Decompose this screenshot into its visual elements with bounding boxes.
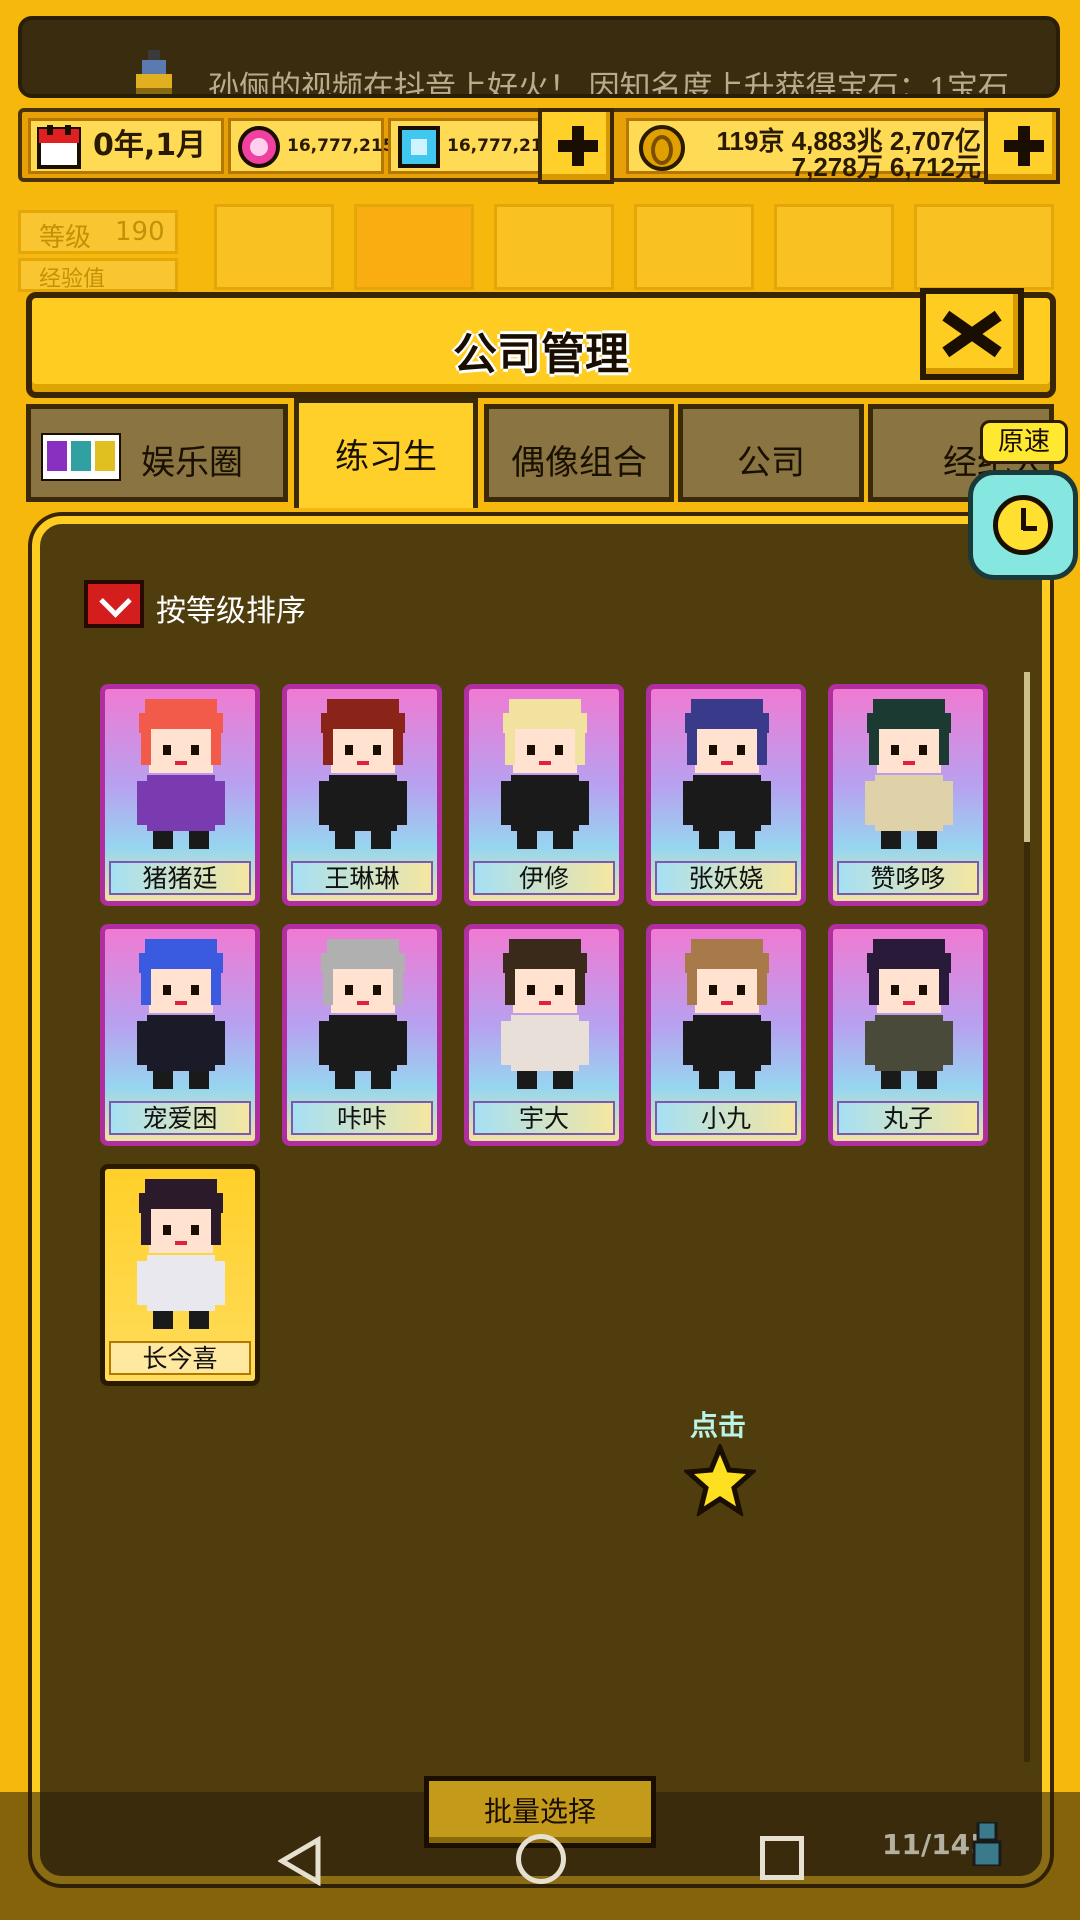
trainee-card[interactable]: 丸子	[828, 924, 988, 1146]
home-icon[interactable]	[516, 1834, 566, 1884]
bg-building-icon	[214, 204, 334, 290]
trainee-name: 咔咔	[291, 1101, 433, 1135]
level-value: 190	[115, 217, 165, 247]
money-display: 119京 4,883兆 2,707亿 7,278万 6,712元	[626, 118, 994, 182]
entertainment-icon	[41, 433, 121, 481]
sort-label[interactable]: 按等级排序	[156, 586, 306, 630]
news-icon	[136, 50, 172, 94]
trainee-avatar	[319, 699, 407, 849]
blue-gem-icon	[398, 126, 440, 168]
trainee-card[interactable]: 赞哆哆	[828, 684, 988, 906]
trainee-card[interactable]: 猪猪廷	[100, 684, 260, 906]
speed-label[interactable]: 原速	[980, 420, 1068, 464]
speed-clock-button[interactable]	[968, 470, 1078, 580]
trainee-card[interactable]: 宇大	[464, 924, 624, 1146]
trainee-avatar	[683, 939, 771, 1089]
tab-company[interactable]: 公司	[678, 404, 864, 502]
bg-mail-icon	[914, 204, 1054, 290]
coin-icon	[639, 125, 685, 171]
bg-notebook-icon	[774, 204, 894, 290]
trainee-avatar	[319, 939, 407, 1089]
pink-gem-icon	[238, 126, 280, 168]
dialog-title: 公司管理	[453, 329, 629, 380]
tab-entertainment-label: 娱乐圈	[141, 443, 243, 483]
bg-megaphone-icon	[354, 204, 474, 290]
trainee-name: 赞哆哆	[837, 861, 979, 895]
trainee-avatar	[137, 699, 225, 849]
tab-idol-group-label: 偶像组合	[511, 443, 647, 483]
trainee-name: 猪猪廷	[109, 861, 251, 895]
tab-bar: 娱乐圈 练习生 偶像组合 公司 经纪人	[26, 398, 1060, 508]
close-button[interactable]	[920, 288, 1024, 380]
scrollbar-thumb[interactable]	[1024, 672, 1030, 842]
level-label: 等级	[39, 223, 92, 253]
date-text: 0年,1月	[93, 128, 207, 163]
tab-idol-group[interactable]: 偶像组合	[484, 404, 674, 502]
trainee-avatar	[137, 1179, 225, 1329]
person-icon	[972, 1822, 1002, 1866]
tab-company-label: 公司	[737, 443, 805, 483]
date-display: 0年,1月	[28, 118, 224, 174]
trainee-card[interactable]: 长今喜	[100, 1164, 260, 1386]
dialog-header: 公司管理	[26, 292, 1056, 398]
exp-box: 经验值	[18, 258, 178, 292]
tab-entertainment[interactable]: 娱乐圈	[26, 404, 288, 502]
ticker-line-2: 王力娜扎的粉丝人数增加：可爱增加1	[208, 87, 705, 94]
trainee-avatar	[501, 699, 589, 849]
trainee-name: 张妖娆	[655, 861, 797, 895]
recents-icon[interactable]	[760, 1836, 804, 1880]
trainee-name: 伊修	[473, 861, 615, 895]
pink-gem-count: 16,777,215	[287, 136, 395, 156]
trainee-avatar	[683, 699, 771, 849]
news-ticker: 孙俪的视频在抖音上好火！ 因知名度上升获得宝石：1宝石 王力娜扎的粉丝人数增加：…	[18, 16, 1060, 98]
trainee-card[interactable]: 王琳琳	[282, 684, 442, 906]
level-box: 等级 190	[18, 210, 178, 254]
trainee-name: 宇大	[473, 1101, 615, 1135]
trainee-card[interactable]: 张妖娆	[646, 684, 806, 906]
click-hint-label: 点击	[690, 1409, 747, 1442]
trainee-card[interactable]: 宠爱困	[100, 924, 260, 1146]
trainee-card[interactable]: 小九	[646, 924, 806, 1146]
exp-label: 经验值	[39, 267, 106, 292]
trainee-name: 长今喜	[109, 1341, 251, 1375]
calendar-icon	[37, 125, 81, 169]
pink-gem-counter: 16,777,215	[228, 118, 395, 174]
sort-checkbox[interactable]	[84, 580, 144, 628]
clock-icon	[993, 495, 1053, 555]
trainee-name: 宠爱困	[109, 1101, 251, 1135]
trainee-name: 丸子	[837, 1101, 979, 1135]
trainee-card[interactable]: 伊修	[464, 684, 624, 906]
trainee-avatar	[501, 939, 589, 1089]
tab-trainees-label: 练习生	[335, 437, 437, 477]
trainee-avatar	[865, 939, 953, 1089]
background-hud: 等级 190 经验值	[18, 196, 1060, 296]
trainee-avatar	[137, 939, 225, 1089]
money-line-2: 7,278万 6,712元	[791, 152, 981, 182]
star-icon[interactable]	[684, 1444, 756, 1516]
bg-bag-icon	[634, 204, 754, 290]
trainee-card[interactable]: 咔咔	[282, 924, 442, 1146]
resource-bar: 0年,1月 16,777,215 16,777,217 119京 4,883兆 …	[18, 108, 1060, 184]
add-money-button[interactable]	[984, 108, 1060, 184]
trainee-name: 王琳琳	[291, 861, 433, 895]
trainee-name: 小九	[655, 1101, 797, 1135]
blue-gem-counter: 16,777,217	[388, 118, 555, 174]
bg-door-icon	[494, 204, 614, 290]
tab-trainees[interactable]: 练习生	[294, 398, 478, 508]
add-gems-button[interactable]	[538, 108, 614, 184]
back-icon[interactable]	[278, 1836, 322, 1886]
trainee-avatar	[865, 699, 953, 849]
